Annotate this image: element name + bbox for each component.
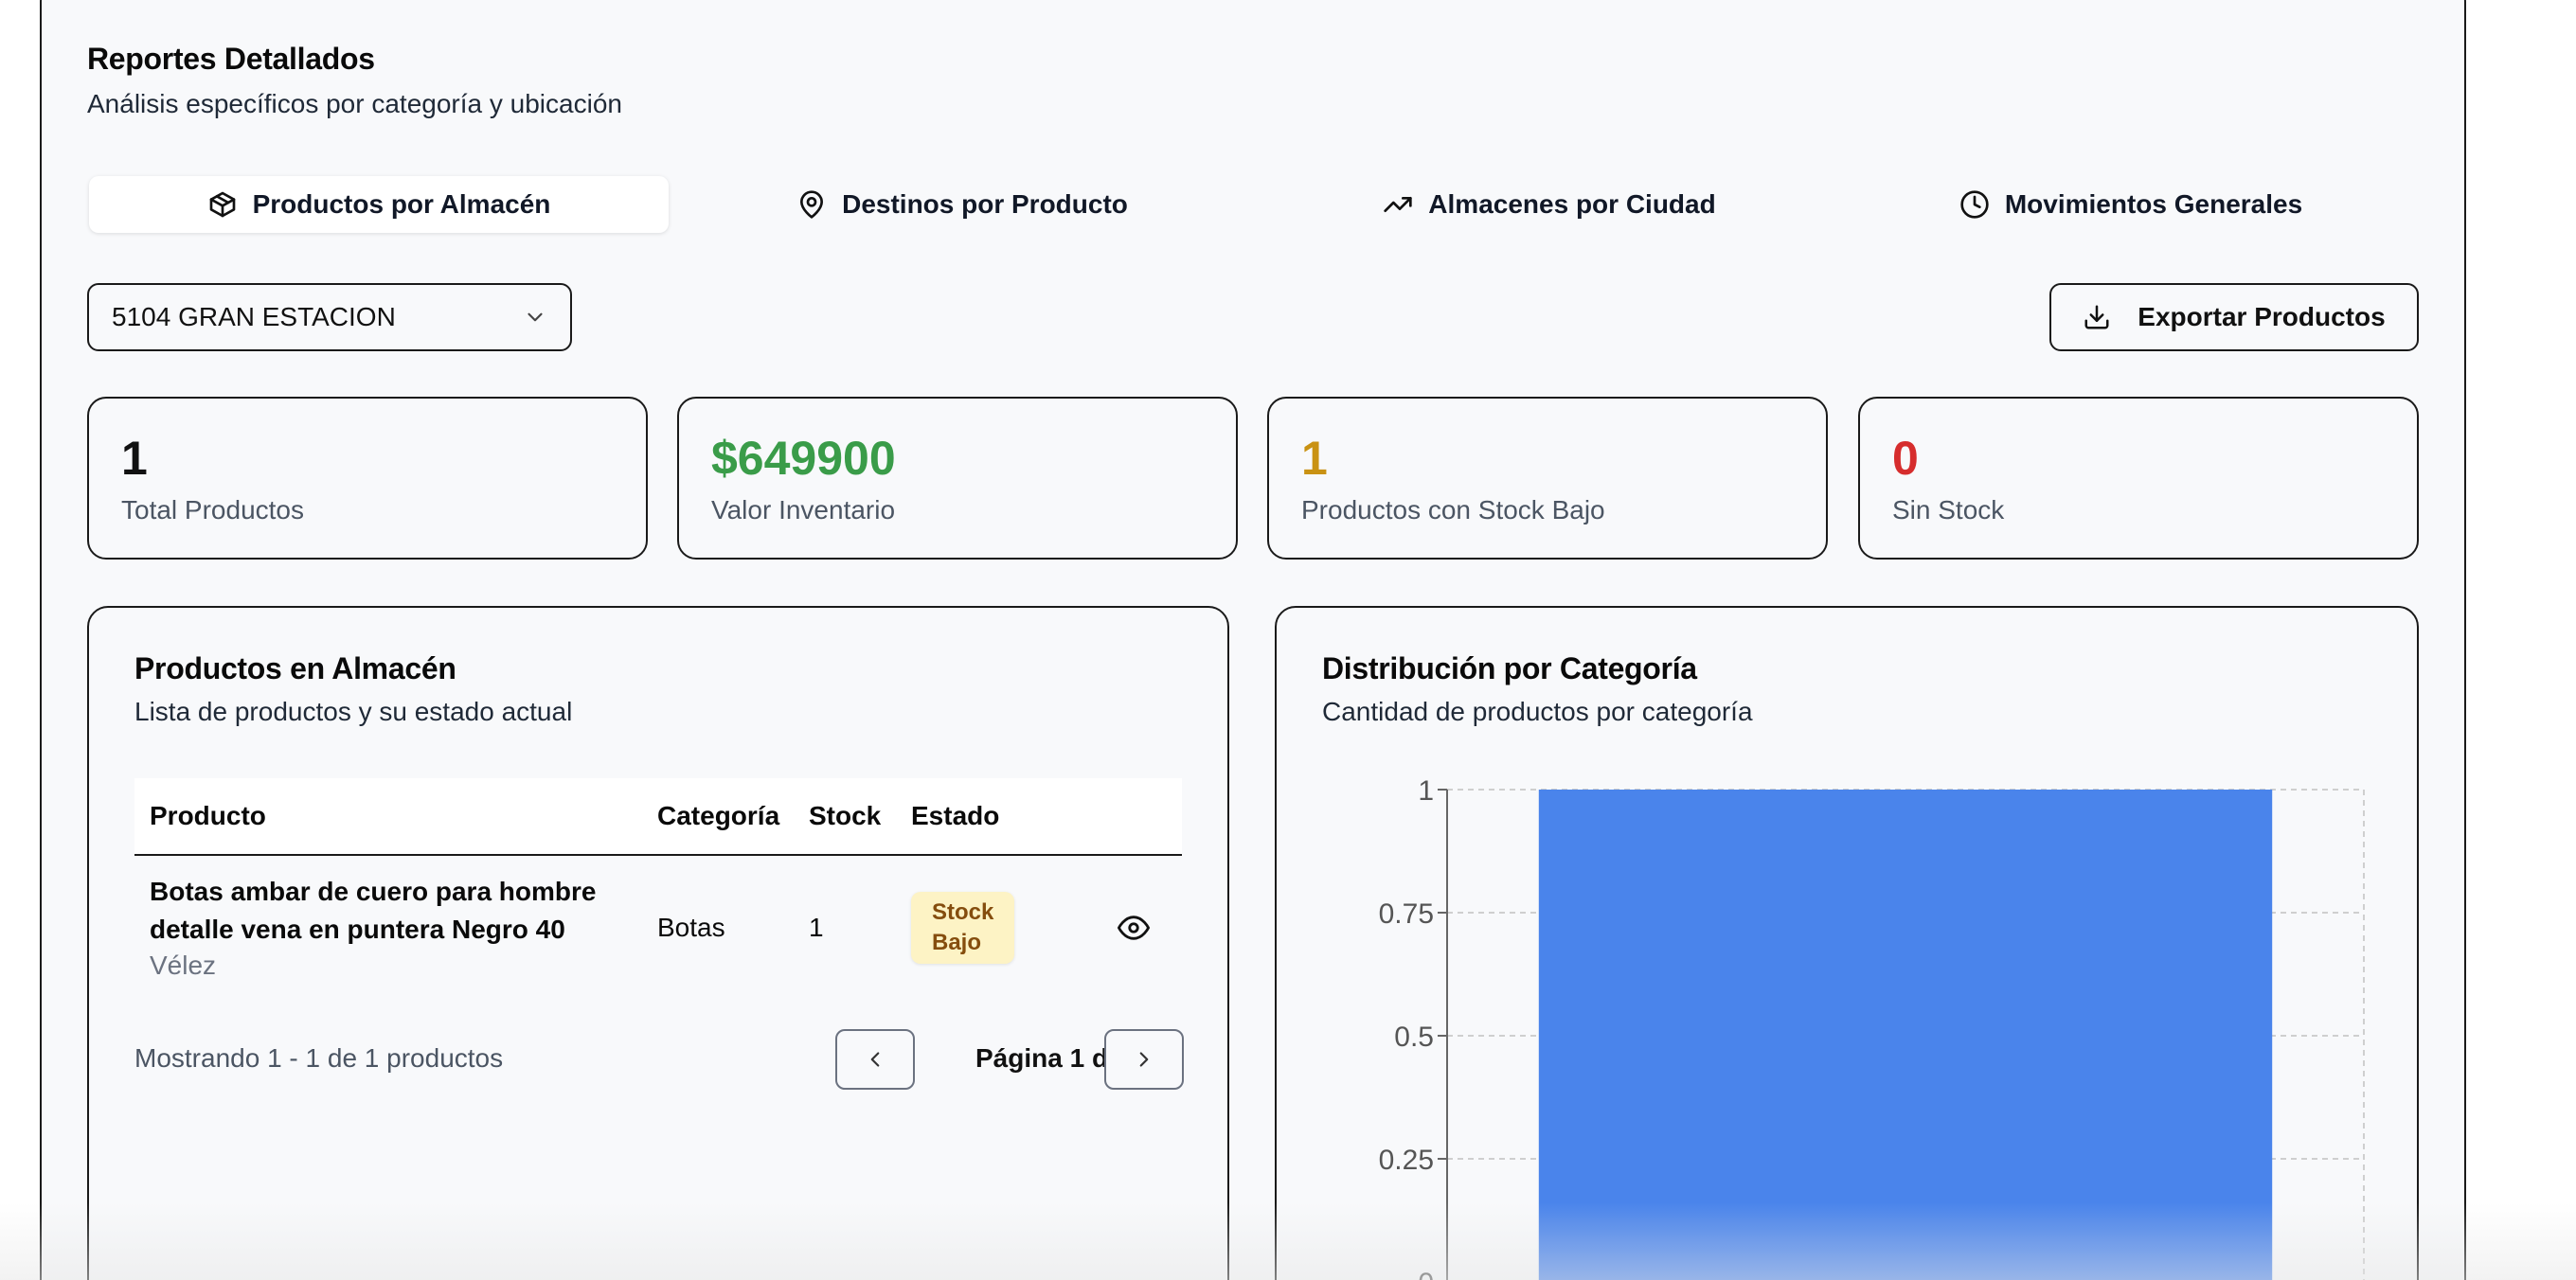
column-header: Producto [150,801,266,830]
page-subtitle: Análisis específicos por categoría y ubi… [87,89,622,118]
category-bar-chart: 1 0.75 0.5 0.25 0 [1379,775,2365,1280]
tab-label: Productos por Almacén [252,189,551,219]
warehouse-select-value: 5104 GRAN ESTACION [112,302,396,331]
tab-productos-por-almacen[interactable]: Productos por Almacén [89,176,669,233]
export-products-button[interactable]: Exportar Productos [2049,283,2419,351]
stat-value: 1 [1301,432,1328,485]
products-panel: Productos en Almacén Lista de productos … [87,606,1229,1280]
stat-stock-bajo: 1 Productos con Stock Bajo [1267,397,1828,560]
report-tabs: Productos por Almacén Destinos por Produ… [89,172,2419,237]
status-badge-line: Bajo [932,930,982,955]
status-badge-line: Stock [932,899,994,925]
stat-label: Total Productos [121,495,304,524]
stat-label: Productos con Stock Bajo [1301,495,1605,524]
stat-value: 0 [1892,432,1919,485]
package-icon [209,191,235,218]
table-header: Producto Categoría Stock Estado [134,778,1182,856]
product-name: detalle vena en puntera Negro 40 [150,915,565,944]
eye-icon[interactable] [1118,912,1150,944]
tab-destinos-por-producto[interactable]: Destinos por Producto [669,176,1256,233]
tab-almacenes-por-ciudad[interactable]: Almacenes por Ciudad [1256,176,1843,233]
tab-movimientos-generales[interactable]: Movimientos Generales [1843,176,2419,233]
page-title: Reportes Detallados [87,42,375,76]
actions-cell [1082,912,1182,944]
status-badge: Stock Bajo [911,892,1015,964]
stat-label: Valor Inventario [711,495,896,524]
y-tick-label: 1 [1418,775,1434,807]
products-panel-title: Productos en Almacén [134,651,456,685]
map-pin-icon [800,190,824,219]
chevron-down-icon [528,312,543,322]
y-tick-label: 0.75 [1379,898,1434,930]
column-header: Categoría [657,801,780,830]
chevron-left-icon [870,1052,880,1067]
chart-panel: Distribución por Categoría Cantidad de p… [1275,606,2419,1280]
stat-valor-inventario: $649900 Valor Inventario [677,397,1238,560]
stat-total-productos: 1 Total Productos [87,397,648,560]
chevron-right-icon [1139,1052,1149,1067]
product-name: Botas ambar de cuero para hombre [150,877,597,906]
tab-label: Movimientos Generales [2004,189,2303,219]
tab-label: Almacenes por Ciudad [1428,189,1716,219]
category-cell: Botas [657,913,725,942]
stock-cell: 1 [809,913,824,942]
column-header: Stock [809,801,882,830]
download-icon [2084,305,2109,329]
product-brand: Vélez [150,951,217,980]
bar [1538,790,2273,1280]
y-tick-label: 0.5 [1394,1022,1434,1053]
stat-value: $649900 [711,432,896,485]
stat-value: 1 [121,432,148,485]
y-tick-label: 0.25 [1379,1145,1434,1176]
previous-page-button[interactable] [835,1029,915,1090]
products-panel-subtitle: Lista de productos y su estado actual [134,697,573,726]
status-cell: Stock Bajo [911,892,1082,964]
table-row: Botas ambar de cuero para hombre detalle… [134,856,1182,1000]
trending-up-icon [1384,197,1412,212]
next-page-button[interactable] [1104,1029,1184,1090]
warehouse-select[interactable]: 5104 GRAN ESTACION [87,283,572,351]
pagination-summary: Mostrando 1 - 1 de 1 productos [134,1043,504,1073]
export-button-label: Exportar Productos [2138,302,2386,331]
stat-label: Sin Stock [1892,495,2005,524]
stat-sin-stock: 0 Sin Stock [1858,397,2419,560]
y-tick-label: 0 [1418,1268,1434,1280]
products-table: Producto Categoría Stock Estado Botas am… [134,778,1182,1000]
column-header: Estado [911,801,1000,830]
tab-label: Destinos por Producto [842,189,1128,219]
product-cell: Botas ambar de cuero para hombre detalle… [134,873,657,983]
clock-icon [1960,190,1989,219]
